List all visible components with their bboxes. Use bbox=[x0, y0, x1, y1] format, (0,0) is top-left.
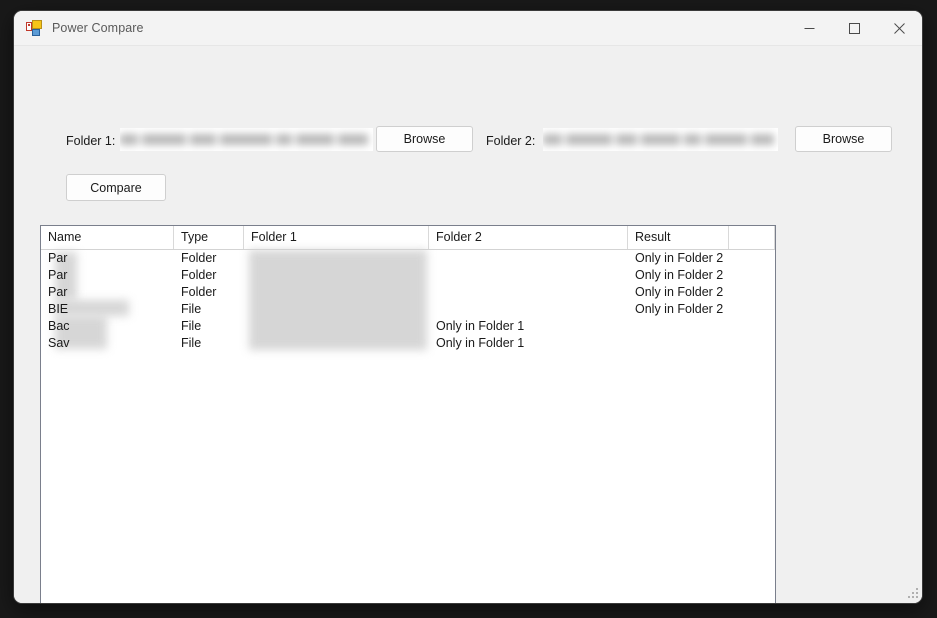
cell-result bbox=[628, 318, 729, 335]
table-row[interactable]: BIE File Only in Folder 2 bbox=[41, 301, 775, 318]
folder2-path-input[interactable] bbox=[543, 128, 778, 151]
cell-result: Only in Folder 2 bbox=[635, 268, 724, 282]
table-row[interactable]: Par Folder Only in Folder 2 bbox=[41, 267, 775, 284]
cell-type: File bbox=[181, 336, 202, 350]
window-title: Power Compare bbox=[52, 21, 144, 35]
results-grid[interactable]: Name Type Folder 1 Folder 2 Result Par F… bbox=[40, 225, 776, 603]
cell-type: File bbox=[181, 319, 202, 333]
cell-folder1 bbox=[244, 267, 429, 284]
cell-folder1 bbox=[244, 250, 429, 267]
cell-folder2 bbox=[429, 267, 628, 284]
cell-folder2: Only in Folder 1 bbox=[436, 319, 525, 333]
desktop-background: Power Compare Folder 1: Browse Folder 2:… bbox=[0, 0, 937, 618]
table-row[interactable]: Par Folder Only in Folder 2 bbox=[41, 284, 775, 301]
cell-folder2: Only in Folder 1 bbox=[436, 336, 525, 350]
compare-button[interactable]: Compare bbox=[66, 174, 166, 201]
maximize-icon[interactable] bbox=[832, 11, 877, 45]
folder2-path-redacted bbox=[543, 128, 778, 151]
folder1-label: Folder 1: bbox=[66, 134, 116, 148]
table-row[interactable]: Par Folder Only in Folder 2 bbox=[41, 250, 775, 267]
cell-folder1 bbox=[244, 318, 429, 335]
cell-folder1 bbox=[244, 301, 429, 318]
cell-name: Par bbox=[48, 268, 68, 282]
winforms-app-icon bbox=[26, 20, 42, 36]
column-header-name[interactable]: Name bbox=[41, 226, 174, 249]
table-row[interactable]: Bac File Only in Folder 1 bbox=[41, 318, 775, 335]
cell-folder1 bbox=[244, 284, 429, 301]
client-area: Folder 1: Browse Folder 2: Browse Compar… bbox=[14, 46, 922, 603]
minimize-icon[interactable] bbox=[787, 11, 832, 45]
column-header-filler[interactable] bbox=[729, 226, 775, 249]
cell-name: Sav bbox=[48, 336, 70, 350]
cell-result: Only in Folder 2 bbox=[635, 285, 724, 299]
cell-name: BIE bbox=[48, 302, 69, 316]
cell-type: Folder bbox=[181, 268, 217, 282]
close-icon[interactable] bbox=[877, 11, 922, 45]
folder1-browse-button[interactable]: Browse bbox=[376, 126, 473, 152]
cell-folder2 bbox=[429, 284, 628, 301]
folder1-path-input[interactable] bbox=[120, 128, 373, 151]
cell-folder2 bbox=[429, 250, 628, 267]
cell-name: Bac bbox=[48, 319, 70, 333]
cell-name: Par bbox=[48, 251, 68, 265]
table-row[interactable]: Sav File Only in Folder 1 bbox=[41, 335, 775, 352]
cell-result: Only in Folder 2 bbox=[635, 251, 724, 265]
cell-result: Only in Folder 2 bbox=[635, 302, 724, 316]
title-bar[interactable]: Power Compare bbox=[14, 11, 922, 46]
column-header-type[interactable]: Type bbox=[174, 226, 244, 249]
app-window: Power Compare Folder 1: Browse Folder 2:… bbox=[14, 11, 922, 603]
column-header-folder2[interactable]: Folder 2 bbox=[429, 226, 628, 249]
grid-body: Par Folder Only in Folder 2 Par Folder O… bbox=[41, 250, 775, 352]
folder2-browse-button[interactable]: Browse bbox=[795, 126, 892, 152]
cell-type: Folder bbox=[181, 285, 217, 299]
grid-header-row: Name Type Folder 1 Folder 2 Result bbox=[41, 226, 775, 250]
window-controls bbox=[787, 11, 922, 45]
cell-result bbox=[628, 335, 729, 352]
folder1-path-redacted bbox=[120, 128, 373, 151]
cell-name: Par bbox=[48, 285, 68, 299]
cell-type: File bbox=[181, 302, 202, 316]
folder2-label: Folder 2: bbox=[486, 134, 536, 148]
cell-folder2 bbox=[429, 301, 628, 318]
column-header-folder1[interactable]: Folder 1 bbox=[244, 226, 429, 249]
cell-folder1 bbox=[244, 335, 429, 352]
cell-type: Folder bbox=[181, 251, 217, 265]
resize-grip[interactable] bbox=[906, 588, 919, 601]
column-header-result[interactable]: Result bbox=[628, 226, 729, 249]
